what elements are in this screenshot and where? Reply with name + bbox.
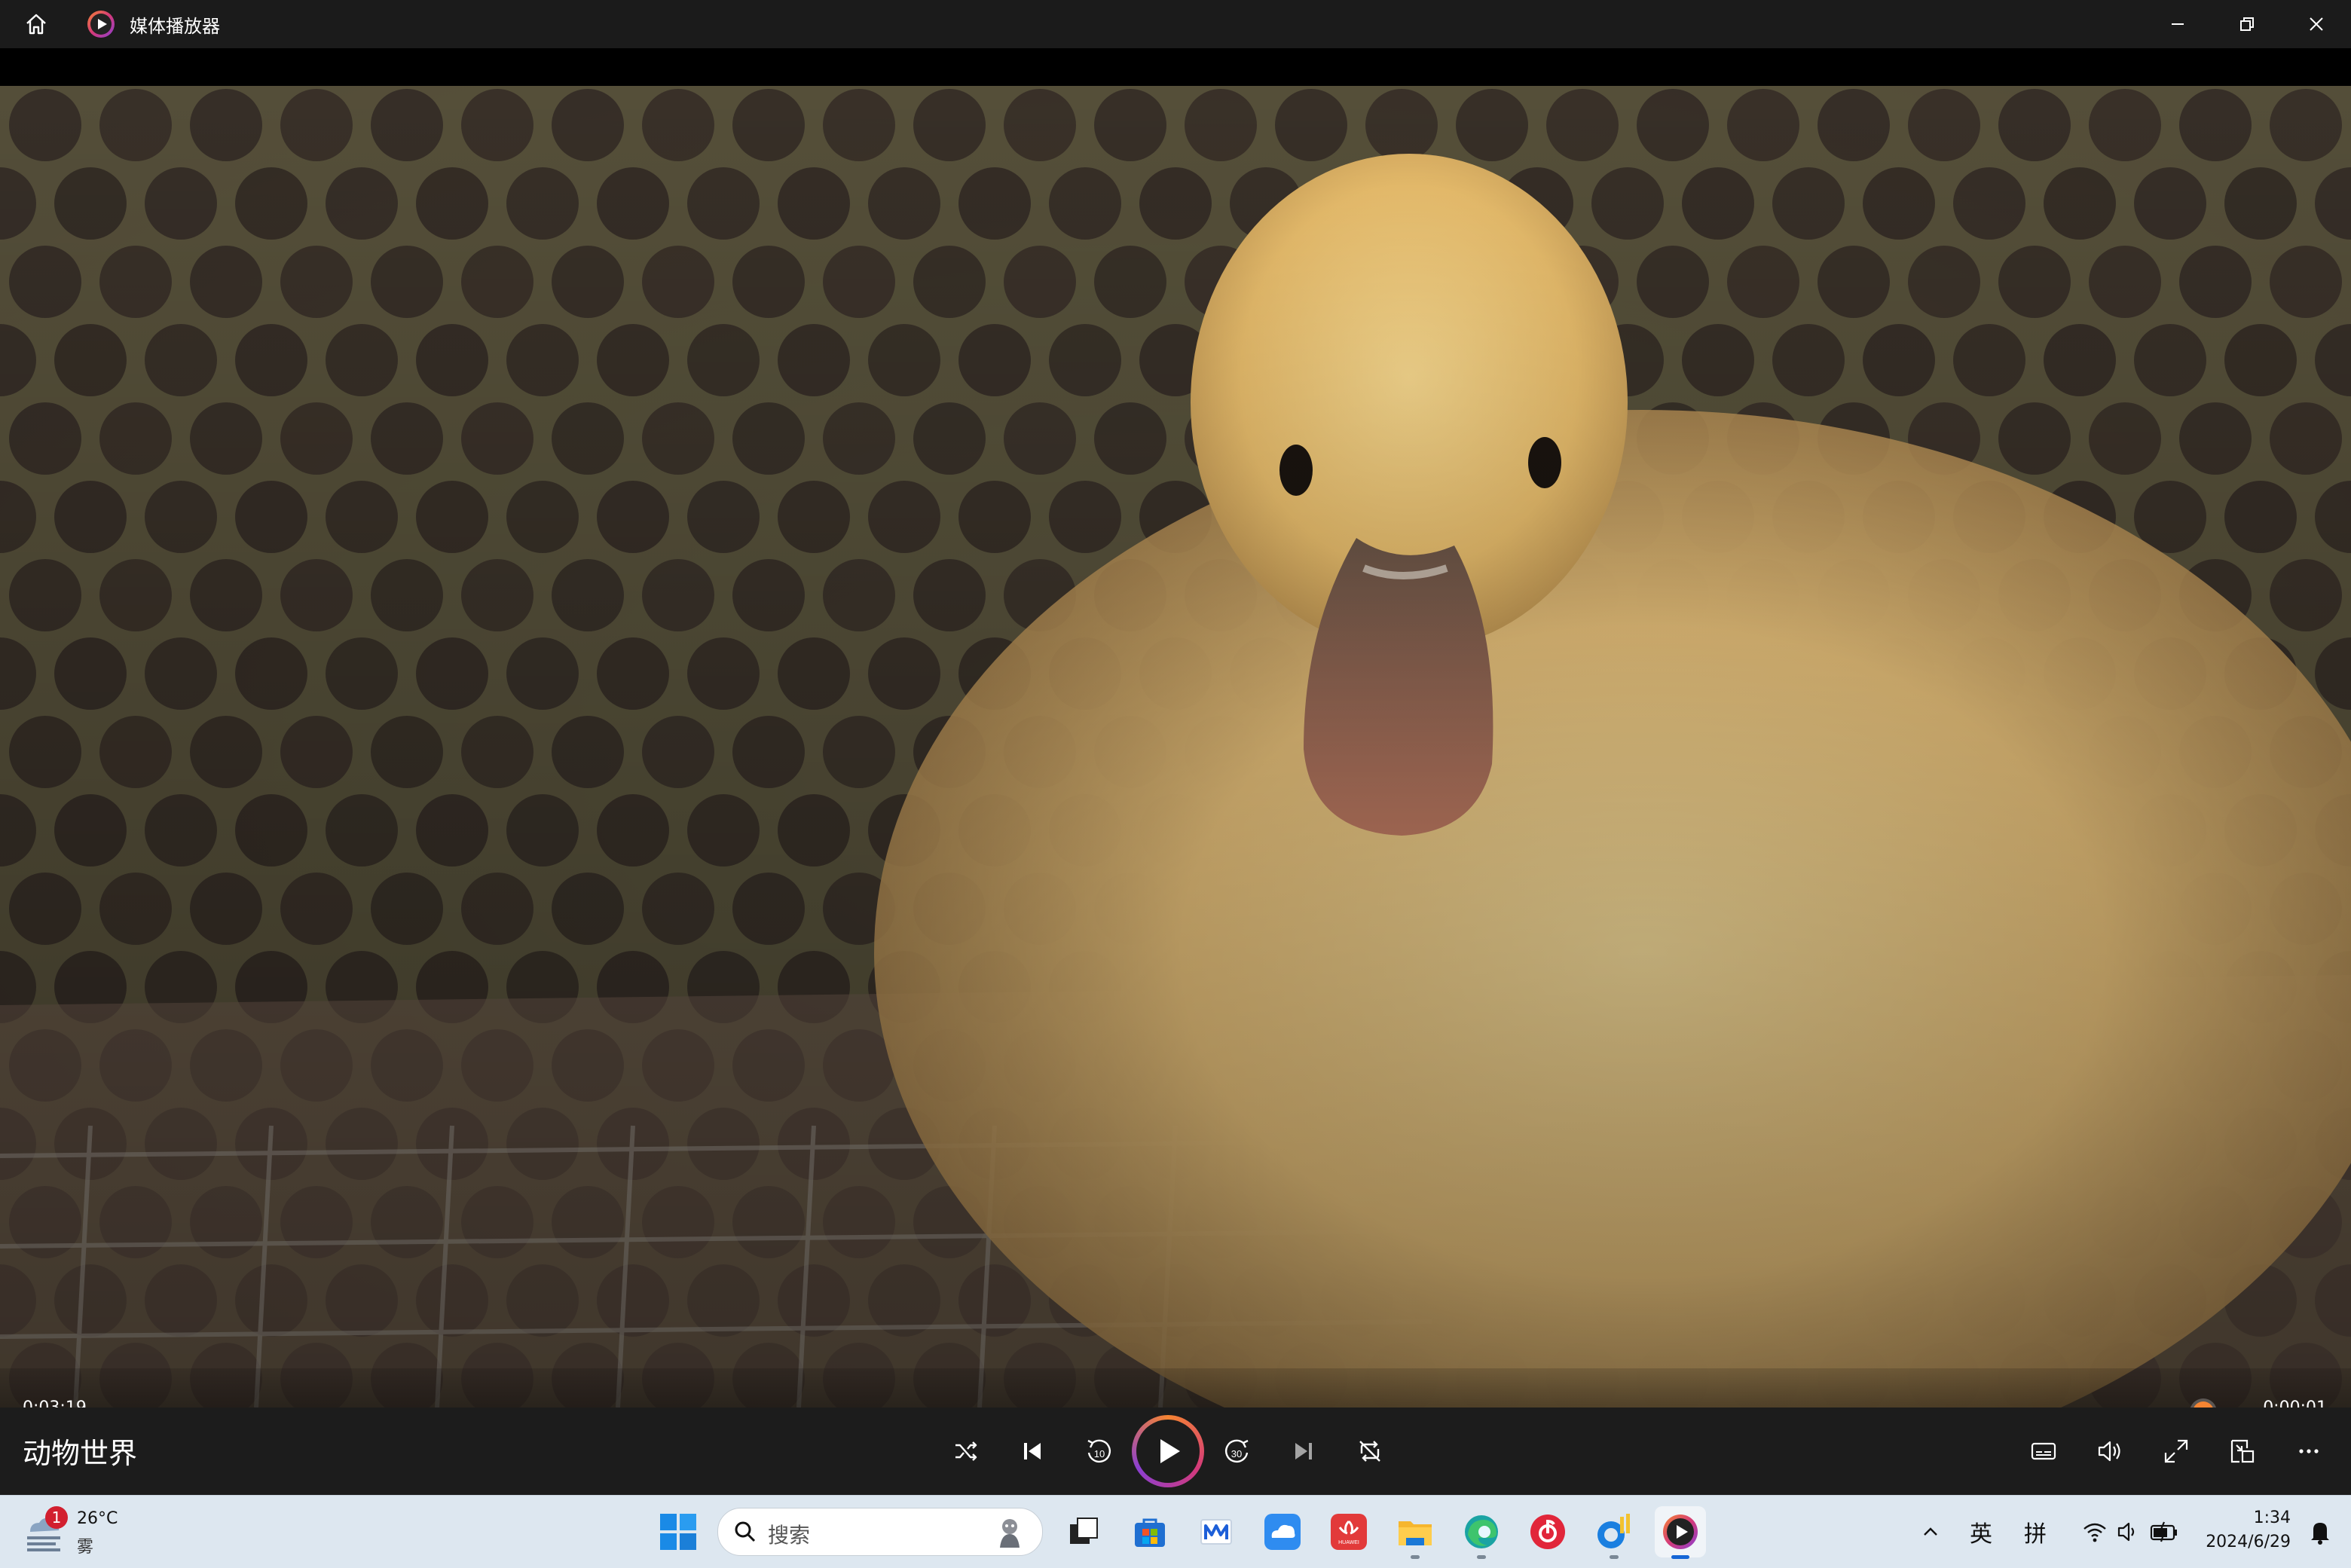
weather-condition: 雾 (77, 1538, 94, 1557)
taskbar-edge[interactable] (1456, 1506, 1507, 1559)
store-icon (1135, 1518, 1165, 1547)
video-frame (0, 86, 2351, 1408)
taskbar-music[interactable] (1522, 1506, 1573, 1557)
search-highlight-icon (1000, 1519, 1020, 1548)
elapsed-time: 0:03:19 (23, 1398, 87, 1408)
start-icon (660, 1514, 696, 1550)
minimize-button[interactable] (2143, 0, 2212, 48)
remaining-time: 0:00:01 (2263, 1398, 2327, 1408)
taskbar: 1 26°C 雾 搜索 HUAWEI 英 拼 1:34 2024/6/29 (0, 1495, 2351, 1568)
shuffle-icon (955, 1441, 977, 1461)
play-icon (1160, 1439, 1180, 1463)
mini-player-button[interactable] (2209, 1418, 2276, 1484)
media-title: 动物世界 (23, 1437, 138, 1470)
subtitles-button[interactable] (2010, 1418, 2077, 1484)
home-button[interactable] (0, 0, 72, 48)
restore-button[interactable] (2212, 0, 2282, 48)
mini-player-icon (2230, 1439, 2255, 1463)
weather-widget[interactable]: 1 26°C 雾 (23, 1505, 136, 1559)
taskbar-media-player[interactable] (1655, 1506, 1706, 1559)
rewind-10-icon: 10 (1087, 1439, 1111, 1463)
speaker-icon (2117, 1522, 2135, 1542)
search-icon (735, 1521, 756, 1542)
media-player-app-icon (87, 11, 115, 38)
close-icon (2310, 17, 2323, 31)
shuffle-button[interactable] (933, 1418, 999, 1484)
weather-temperature: 26°C (77, 1509, 118, 1528)
play-button[interactable] (1132, 1415, 1204, 1487)
next-button[interactable] (1270, 1418, 1337, 1484)
file-explorer-icon (1399, 1521, 1432, 1545)
window-controls (2143, 0, 2351, 48)
search-input[interactable]: 搜索 (717, 1508, 1043, 1556)
seek-thumb[interactable] (2193, 1401, 2215, 1408)
music-app-icon (1530, 1515, 1565, 1549)
clock-date: 2024/6/29 (2206, 1533, 2291, 1551)
taskbar-mail[interactable] (1191, 1506, 1242, 1557)
huawei-label: HUAWEI (1338, 1540, 1359, 1545)
previous-button[interactable] (999, 1418, 1065, 1484)
taskbar-store[interactable] (1124, 1506, 1176, 1557)
more-button[interactable] (2276, 1418, 2342, 1484)
forward-30-icon: 30 (1224, 1439, 1249, 1463)
fullscreen-icon (2164, 1439, 2188, 1463)
task-view-button[interactable] (1058, 1506, 1109, 1557)
video-area[interactable]: 0:03:19 0:00:01 (0, 48, 2351, 1408)
subtitles-icon (2031, 1442, 2056, 1460)
clock[interactable]: 1:34 2024/6/29 (2206, 1506, 2291, 1554)
fullscreen-button[interactable] (2143, 1418, 2209, 1484)
huawei-app-icon: HUAWEI (1331, 1514, 1367, 1550)
home-icon (26, 14, 46, 35)
onedrive-icon (1264, 1514, 1301, 1550)
battery-charging-icon (2150, 1521, 2177, 1542)
restore-icon (2240, 17, 2254, 31)
chart-app-icon (1597, 1514, 1630, 1548)
forward-30-button[interactable]: 30 (1204, 1418, 1270, 1484)
mail-icon (1200, 1519, 1232, 1545)
notification-bell-icon[interactable] (2307, 1518, 2333, 1545)
show-hidden-icons-button[interactable] (1915, 1496, 1946, 1568)
app-title: 媒体播放器 (130, 15, 220, 37)
rewind-10-label: 10 (1094, 1448, 1105, 1459)
ime-language[interactable]: 英 (1962, 1496, 2000, 1568)
ime-mode[interactable]: 拼 (2016, 1496, 2054, 1568)
next-icon (1295, 1443, 1312, 1459)
clock-time: 1:34 (2253, 1508, 2291, 1527)
chevron-up-icon (1924, 1527, 1937, 1536)
player-options (2010, 1408, 2342, 1495)
previous-icon (1024, 1443, 1041, 1459)
taskbar-chart-app[interactable] (1588, 1506, 1640, 1559)
minimize-icon (2172, 23, 2184, 25)
volume-button[interactable] (2077, 1418, 2143, 1484)
title-bar: 媒体播放器 (0, 0, 2351, 48)
taskbar-huawei[interactable]: HUAWEI (1323, 1506, 1374, 1557)
rewind-10-button[interactable]: 10 (1065, 1418, 1132, 1484)
repeat-button[interactable] (1337, 1418, 1403, 1484)
control-bar: 动物世界 10 30 (0, 1408, 2351, 1495)
wifi-icon (2083, 1523, 2106, 1542)
task-view-icon (1070, 1518, 1098, 1544)
seek-row: 0:03:19 0:00:01 (0, 1368, 2351, 1408)
repeat-off-icon (1359, 1441, 1380, 1462)
quick-settings-button[interactable] (2074, 1496, 2187, 1568)
search-placeholder: 搜索 (768, 1523, 811, 1548)
close-button[interactable] (2282, 0, 2351, 48)
volume-icon (2098, 1441, 2120, 1462)
taskbar-onedrive[interactable] (1257, 1506, 1308, 1557)
more-icon (2299, 1449, 2319, 1453)
taskbar-file-explorer[interactable] (1390, 1506, 1441, 1559)
forward-30-label: 30 (1231, 1448, 1242, 1459)
duckling-video-image (0, 86, 2351, 1408)
start-button[interactable] (656, 1509, 701, 1554)
media-player-icon (1663, 1515, 1698, 1549)
edge-icon (1465, 1515, 1498, 1548)
notification-badge: 1 (45, 1506, 68, 1529)
playback-controls: 10 30 (933, 1408, 1403, 1495)
